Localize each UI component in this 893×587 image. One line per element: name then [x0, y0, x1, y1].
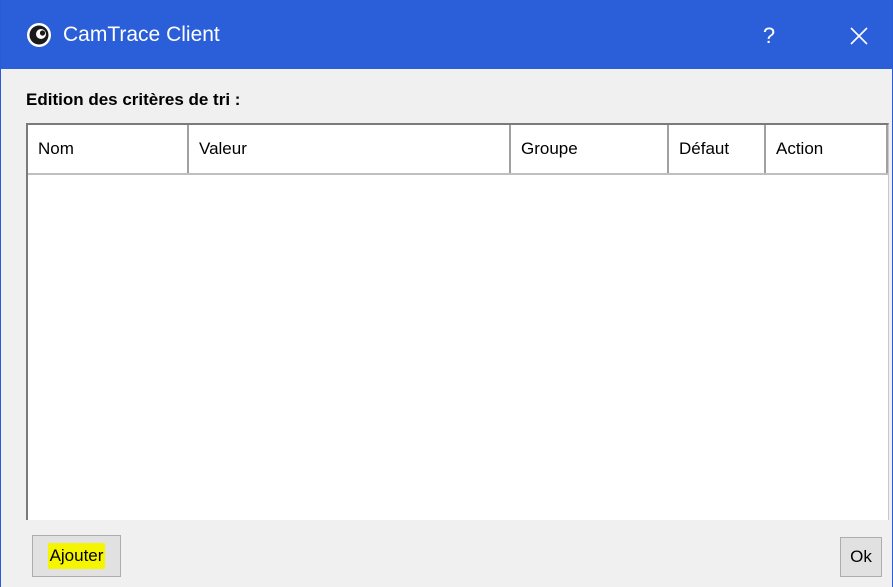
table-header: Nom Valeur Groupe Défaut Action — [28, 125, 888, 175]
window-title: CamTrace Client — [63, 23, 220, 46]
help-button[interactable]: ? — [747, 14, 791, 58]
close-icon — [850, 27, 868, 45]
title-bar[interactable]: CamTrace Client ? — [1, 0, 892, 69]
column-header-groupe[interactable]: Groupe — [511, 125, 669, 173]
column-header-defaut[interactable]: Défaut — [669, 125, 766, 173]
sort-criteria-table: Nom Valeur Groupe Défaut Action — [26, 123, 889, 520]
column-header-action[interactable]: Action — [766, 125, 888, 173]
table-body — [28, 175, 888, 520]
ok-button[interactable]: Ok — [840, 537, 882, 577]
close-button[interactable] — [837, 14, 881, 58]
camtrace-eye-icon — [27, 23, 51, 47]
column-header-nom[interactable]: Nom — [28, 125, 189, 173]
section-title: Edition des critères de tri : — [26, 90, 241, 109]
add-button[interactable]: Ajouter — [32, 535, 121, 577]
column-header-valeur[interactable]: Valeur — [189, 125, 511, 173]
add-button-label: Ajouter — [47, 543, 106, 569]
camtrace-dialog-window: CamTrace Client ? Edition des critères d… — [0, 0, 893, 587]
